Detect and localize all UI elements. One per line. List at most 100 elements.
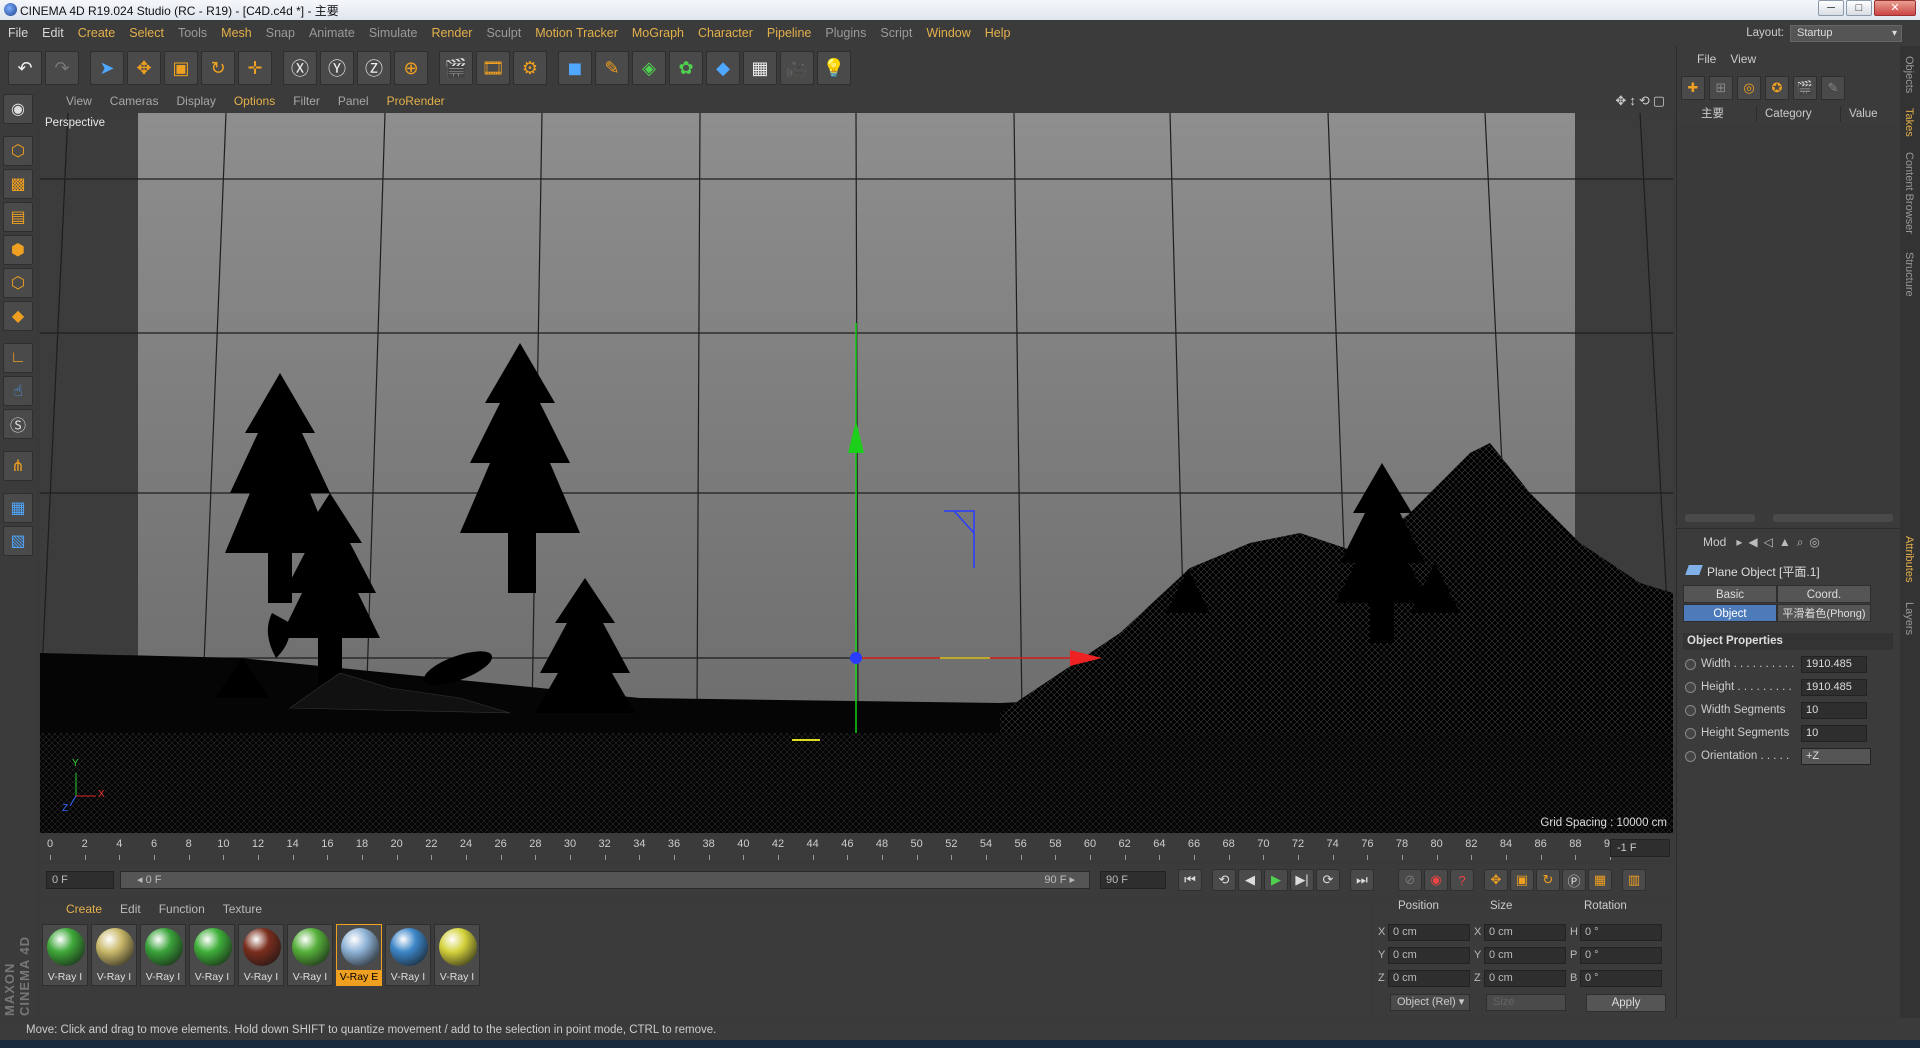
size-mode-dropdown[interactable]: Size: [1486, 994, 1566, 1011]
polygons-mode-icon[interactable]: ◆: [3, 301, 33, 331]
render-takes-icon[interactable]: 🎬: [1793, 76, 1817, 100]
rotation-h-field[interactable]: 0 °: [1580, 924, 1662, 941]
menu-pipeline[interactable]: Pipeline: [767, 26, 811, 40]
previous-key-icon[interactable]: ⟲: [1212, 869, 1236, 891]
x-axis-lock-icon[interactable]: Ⓧ: [283, 51, 317, 85]
animate-dot-icon[interactable]: [1685, 659, 1696, 670]
tab-object[interactable]: Object: [1683, 604, 1777, 622]
object-menu-file[interactable]: File: [1697, 52, 1716, 66]
edges-mode-icon[interactable]: ⬡: [3, 268, 33, 298]
workplane-lock-icon[interactable]: ▦: [3, 493, 33, 523]
snap-icon[interactable]: ⋔: [3, 451, 33, 481]
redo-icon[interactable]: ↷: [45, 51, 79, 85]
material-swatch[interactable]: V-Ray I: [42, 924, 88, 986]
texture-mode-icon[interactable]: ▩: [3, 169, 33, 199]
material-swatch[interactable]: V-Ray I: [287, 924, 333, 986]
current-frame-field[interactable]: 0 F: [46, 871, 114, 889]
make-editable-icon[interactable]: ◉: [3, 94, 33, 124]
render-view-icon[interactable]: 🎬: [439, 51, 473, 85]
next-key-icon[interactable]: ⟳: [1316, 869, 1340, 891]
live-selection-icon[interactable]: ➤: [90, 51, 124, 85]
menu-create[interactable]: Create: [78, 26, 116, 40]
animate-dot-icon[interactable]: [1685, 682, 1696, 693]
height-field[interactable]: 1910.485: [1801, 679, 1867, 696]
y-axis-lock-icon[interactable]: Ⓨ: [320, 51, 354, 85]
workplane-icon[interactable]: ▤: [3, 202, 33, 232]
tab-phong[interactable]: 平滑着色(Phong): [1777, 604, 1871, 622]
material-swatch[interactable]: V-Ray I: [385, 924, 431, 986]
scale-icon[interactable]: ▣: [164, 51, 198, 85]
material-swatch[interactable]: V-Ray I: [434, 924, 480, 986]
animate-dot-icon[interactable]: [1685, 728, 1696, 739]
viewport-menu-filter[interactable]: Filter: [293, 94, 320, 108]
column-category[interactable]: Category: [1757, 106, 1841, 122]
record-keys-icon[interactable]: ⊘: [1398, 869, 1422, 891]
material-menu-edit[interactable]: Edit: [120, 902, 141, 916]
maximize-button[interactable]: □: [1846, 0, 1872, 16]
material-swatch-selected[interactable]: V-Ray E: [336, 924, 382, 986]
column-value[interactable]: Value: [1841, 106, 1901, 122]
menu-animate[interactable]: Animate: [309, 26, 355, 40]
override-icon[interactable]: ✪: [1765, 76, 1789, 100]
key-scale-icon[interactable]: ▣: [1510, 869, 1534, 891]
rotation-b-field[interactable]: 0 °: [1580, 970, 1662, 987]
menu-character[interactable]: Character: [698, 26, 753, 40]
rotate-icon[interactable]: ↻: [201, 51, 235, 85]
menu-select[interactable]: Select: [129, 26, 164, 40]
recent-tools-icon[interactable]: ✛: [238, 51, 272, 85]
auto-take-icon[interactable]: ✎: [1821, 76, 1845, 100]
next-frame-icon[interactable]: ▶|: [1290, 869, 1314, 891]
points-mode-icon[interactable]: ⬢: [3, 235, 33, 265]
takes-tree[interactable]: [1677, 124, 1901, 514]
key-rotation-icon[interactable]: ↻: [1536, 869, 1560, 891]
coordinate-mode-dropdown[interactable]: Object (Rel) ▾: [1390, 994, 1470, 1011]
material-swatch[interactable]: V-Ray I: [238, 924, 284, 986]
side-tab-objects[interactable]: Objects: [1903, 56, 1915, 93]
apply-button[interactable]: Apply: [1586, 994, 1666, 1012]
autokeying-icon[interactable]: ◉: [1424, 869, 1448, 891]
position-x-field[interactable]: 0 cm: [1388, 924, 1470, 941]
key-pla-icon[interactable]: ▦: [1588, 869, 1612, 891]
close-button[interactable]: ✕: [1874, 0, 1916, 16]
add-object-icon[interactable]: ✚: [1681, 76, 1705, 100]
object-menu-view[interactable]: View: [1730, 52, 1756, 66]
camera-icon[interactable]: 🎥: [780, 51, 814, 85]
viewport-menu-display[interactable]: Display: [176, 94, 215, 108]
mograph-cloner-icon[interactable]: ✿: [669, 51, 703, 85]
play-icon[interactable]: ▶: [1264, 869, 1288, 891]
size-z-field[interactable]: 0 cm: [1484, 970, 1566, 987]
light-icon[interactable]: 💡: [817, 51, 851, 85]
go-to-start-icon[interactable]: ⏮: [1178, 869, 1202, 891]
side-tab-attributes[interactable]: Attributes: [1903, 536, 1915, 582]
viewport-menu-view[interactable]: View: [66, 94, 92, 108]
render-picture-viewer-icon[interactable]: 🎞: [476, 51, 510, 85]
move-icon[interactable]: ✥: [127, 51, 161, 85]
animate-dot-icon[interactable]: [1685, 705, 1696, 716]
side-tab-layers[interactable]: Layers: [1903, 602, 1915, 635]
viewport-navigation-icons[interactable]: ✥↕⟲▢: [1615, 93, 1668, 109]
material-tag-icon[interactable]: ◎: [1737, 76, 1761, 100]
material-menu-function[interactable]: Function: [159, 902, 205, 916]
menu-sculpt[interactable]: Sculpt: [486, 26, 521, 40]
subdivision-icon[interactable]: ◈: [632, 51, 666, 85]
tab-basic[interactable]: Basic: [1683, 585, 1777, 603]
side-tab-structure[interactable]: Structure: [1903, 252, 1915, 297]
material-swatch[interactable]: V-Ray I: [91, 924, 137, 986]
menu-tools[interactable]: Tools: [178, 26, 207, 40]
frame-range-slider[interactable]: ◂ 0 F 90 F ▸: [120, 871, 1090, 889]
timeline-window-icon[interactable]: ▥: [1622, 869, 1646, 891]
model-mode-icon[interactable]: ⬡: [3, 136, 33, 166]
size-y-field[interactable]: 0 cm: [1484, 947, 1566, 964]
previous-frame-icon[interactable]: ◀: [1238, 869, 1262, 891]
timeline-end-field[interactable]: -1 F: [1610, 839, 1670, 857]
deformer-icon[interactable]: ◆: [706, 51, 740, 85]
height-segments-field[interactable]: 10: [1801, 725, 1867, 742]
tweak-mode-icon[interactable]: ☝: [3, 376, 33, 406]
menu-render[interactable]: Render: [431, 26, 472, 40]
menu-plugins[interactable]: Plugins: [825, 26, 866, 40]
timeline-ruler[interactable]: 0 2 4 6 8 10 12 14 16 18 20 22 24 26 28 30 32 34 36 38 40 42 4…: [40, 836, 1676, 860]
cube-icon[interactable]: ◼: [558, 51, 592, 85]
size-x-field[interactable]: 0 cm: [1484, 924, 1566, 941]
menu-simulate[interactable]: Simulate: [369, 26, 418, 40]
go-to-end-icon[interactable]: ⏭: [1350, 869, 1374, 891]
